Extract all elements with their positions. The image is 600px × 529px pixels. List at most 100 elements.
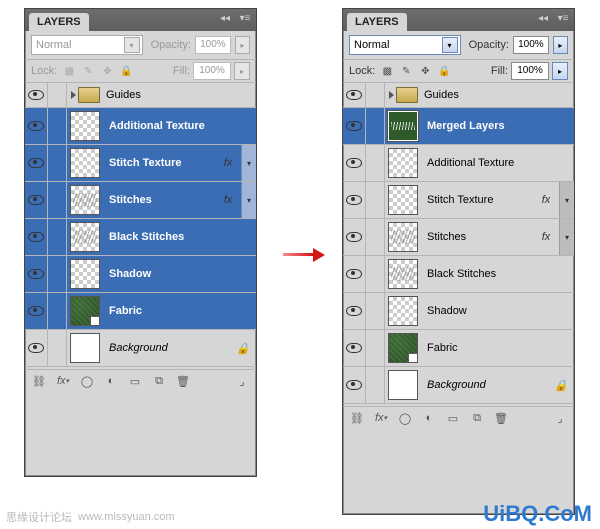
layer-thumbnail[interactable] <box>388 148 418 178</box>
panel-menu-icon[interactable]: ▾≡ <box>556 12 570 26</box>
resize-grip-icon[interactable]: ⌟ <box>552 410 568 426</box>
visibility-toggle[interactable] <box>25 108 48 144</box>
layer-row-stitches[interactable]: Stitches fx ▾ <box>343 219 574 256</box>
opacity-flyout-icon[interactable]: ▸ <box>553 36 568 54</box>
new-group-icon[interactable]: ▭ <box>127 373 143 389</box>
layer-row-guides[interactable]: Guides <box>343 83 574 108</box>
layer-row-stitch-texture[interactable]: Stitch Texture fx ▾ <box>343 182 574 219</box>
lock-indicator-icon: 🔒 <box>230 330 256 366</box>
layer-row-background[interactable]: Background 🔒 <box>25 330 256 367</box>
panel-menu-icon[interactable]: ▾≡ <box>238 12 252 26</box>
visibility-toggle[interactable] <box>343 256 366 292</box>
blend-mode-select[interactable]: Normal ▾ <box>349 35 461 55</box>
layer-row-merged[interactable]: Merged Layers <box>343 108 574 145</box>
collapse-icon[interactable]: ◂◂ <box>218 12 232 26</box>
layer-row-shadow[interactable]: Shadow <box>343 293 574 330</box>
layer-row-shadow[interactable]: Shadow <box>25 256 256 293</box>
visibility-toggle[interactable] <box>25 182 48 218</box>
eye-icon <box>346 380 362 390</box>
layer-thumbnail[interactable] <box>70 148 100 178</box>
layer-row-fabric[interactable]: Fabric <box>343 330 574 367</box>
visibility-toggle[interactable] <box>25 293 48 329</box>
visibility-toggle[interactable] <box>343 219 366 255</box>
visibility-toggle[interactable] <box>343 108 366 144</box>
layer-thumbnail[interactable] <box>388 185 418 215</box>
delete-layer-icon[interactable]: 🗑 <box>175 373 191 389</box>
lock-transparent-icon[interactable]: ▩ <box>380 64 394 78</box>
visibility-toggle[interactable] <box>25 256 48 292</box>
layer-mask-icon[interactable]: ◯ <box>79 373 95 389</box>
lock-pixels-icon[interactable]: ✎ <box>399 64 413 78</box>
layer-thumbnail[interactable] <box>70 222 100 252</box>
layer-thumbnail[interactable] <box>70 185 100 215</box>
layer-thumbnail[interactable] <box>388 222 418 252</box>
new-layer-icon[interactable]: ⧉ <box>469 410 485 426</box>
layer-thumbnail[interactable] <box>388 259 418 289</box>
visibility-toggle[interactable] <box>343 330 366 366</box>
layer-style-icon[interactable]: fx▾ <box>55 373 71 389</box>
opacity-value[interactable]: 100% <box>513 36 549 54</box>
eye-icon <box>346 158 362 168</box>
link-layers-icon[interactable]: ⛓ <box>349 410 365 426</box>
layer-thumbnail[interactable] <box>70 296 100 326</box>
eye-icon <box>28 232 44 242</box>
disclosure-triangle-icon[interactable] <box>71 91 76 99</box>
eye-icon <box>28 269 44 279</box>
folder-icon <box>396 87 418 103</box>
layer-thumbnail[interactable] <box>388 296 418 326</box>
layer-row-fabric[interactable]: Fabric <box>25 293 256 330</box>
lock-all-icon[interactable]: 🔒 <box>437 64 451 78</box>
panel-tab[interactable]: LAYERS <box>29 13 89 31</box>
visibility-toggle[interactable] <box>25 145 48 181</box>
layer-row-guides[interactable]: Guides <box>25 83 256 108</box>
lock-position-icon[interactable]: ✥ <box>418 64 432 78</box>
visibility-toggle[interactable] <box>343 293 366 329</box>
layer-thumbnail[interactable] <box>388 370 418 400</box>
link-layers-icon[interactable]: ⛓ <box>31 373 47 389</box>
layer-mask-icon[interactable]: ◯ <box>397 410 413 426</box>
transition-arrow <box>283 248 325 262</box>
visibility-toggle[interactable] <box>25 219 48 255</box>
visibility-toggle[interactable] <box>343 367 366 403</box>
resize-grip-icon[interactable]: ⌟ <box>234 373 250 389</box>
panel-tab[interactable]: LAYERS <box>347 13 407 31</box>
layer-style-icon[interactable]: fx▾ <box>373 410 389 426</box>
new-layer-icon[interactable]: ⧉ <box>151 373 167 389</box>
layer-thumbnail[interactable] <box>388 111 418 141</box>
lock-indicator-icon: 🔒 <box>548 367 574 403</box>
lock-label: Lock: <box>31 65 57 77</box>
link-column <box>48 182 67 218</box>
fx-expand-icon[interactable]: ▾ <box>241 145 256 181</box>
layer-row-black-stitches[interactable]: Black Stitches <box>25 219 256 256</box>
layer-row-additional-texture[interactable]: Additional Texture <box>25 108 256 145</box>
fill-value[interactable]: 100% <box>511 62 549 80</box>
adjustment-layer-icon[interactable]: ◐ <box>103 373 119 389</box>
chevron-down-icon[interactable]: ▾ <box>442 37 458 53</box>
fx-expand-icon[interactable]: ▾ <box>559 219 574 255</box>
disclosure-triangle-icon[interactable] <box>389 91 394 99</box>
fx-expand-icon[interactable]: ▾ <box>241 182 256 218</box>
layer-thumbnail[interactable] <box>70 333 100 363</box>
layer-row-black-stitches[interactable]: Black Stitches <box>343 256 574 293</box>
visibility-toggle[interactable] <box>343 83 366 107</box>
link-column <box>366 182 385 218</box>
new-group-icon[interactable]: ▭ <box>445 410 461 426</box>
visibility-toggle[interactable] <box>343 182 366 218</box>
visibility-toggle[interactable] <box>25 83 48 107</box>
lock-pixels-icon: ✎ <box>81 64 95 78</box>
layer-row-stitches[interactable]: Stitches fx ▾ <box>25 182 256 219</box>
collapse-icon[interactable]: ◂◂ <box>536 12 550 26</box>
adjustment-layer-icon[interactable]: ◐ <box>421 410 437 426</box>
layer-thumbnail[interactable] <box>70 259 100 289</box>
layer-row-stitch-texture[interactable]: Stitch Texture fx ▾ <box>25 145 256 182</box>
fx-expand-icon[interactable]: ▾ <box>559 182 574 218</box>
layer-row-additional-texture[interactable]: Additional Texture <box>343 145 574 182</box>
delete-layer-icon[interactable]: 🗑 <box>493 410 509 426</box>
layer-thumbnail[interactable] <box>70 111 100 141</box>
layer-thumbnail[interactable] <box>388 333 418 363</box>
visibility-toggle[interactable] <box>343 145 366 181</box>
link-column <box>366 367 385 403</box>
fill-flyout-icon[interactable]: ▸ <box>552 62 568 80</box>
layer-row-background[interactable]: Background 🔒 <box>343 367 574 404</box>
visibility-toggle[interactable] <box>25 330 48 366</box>
